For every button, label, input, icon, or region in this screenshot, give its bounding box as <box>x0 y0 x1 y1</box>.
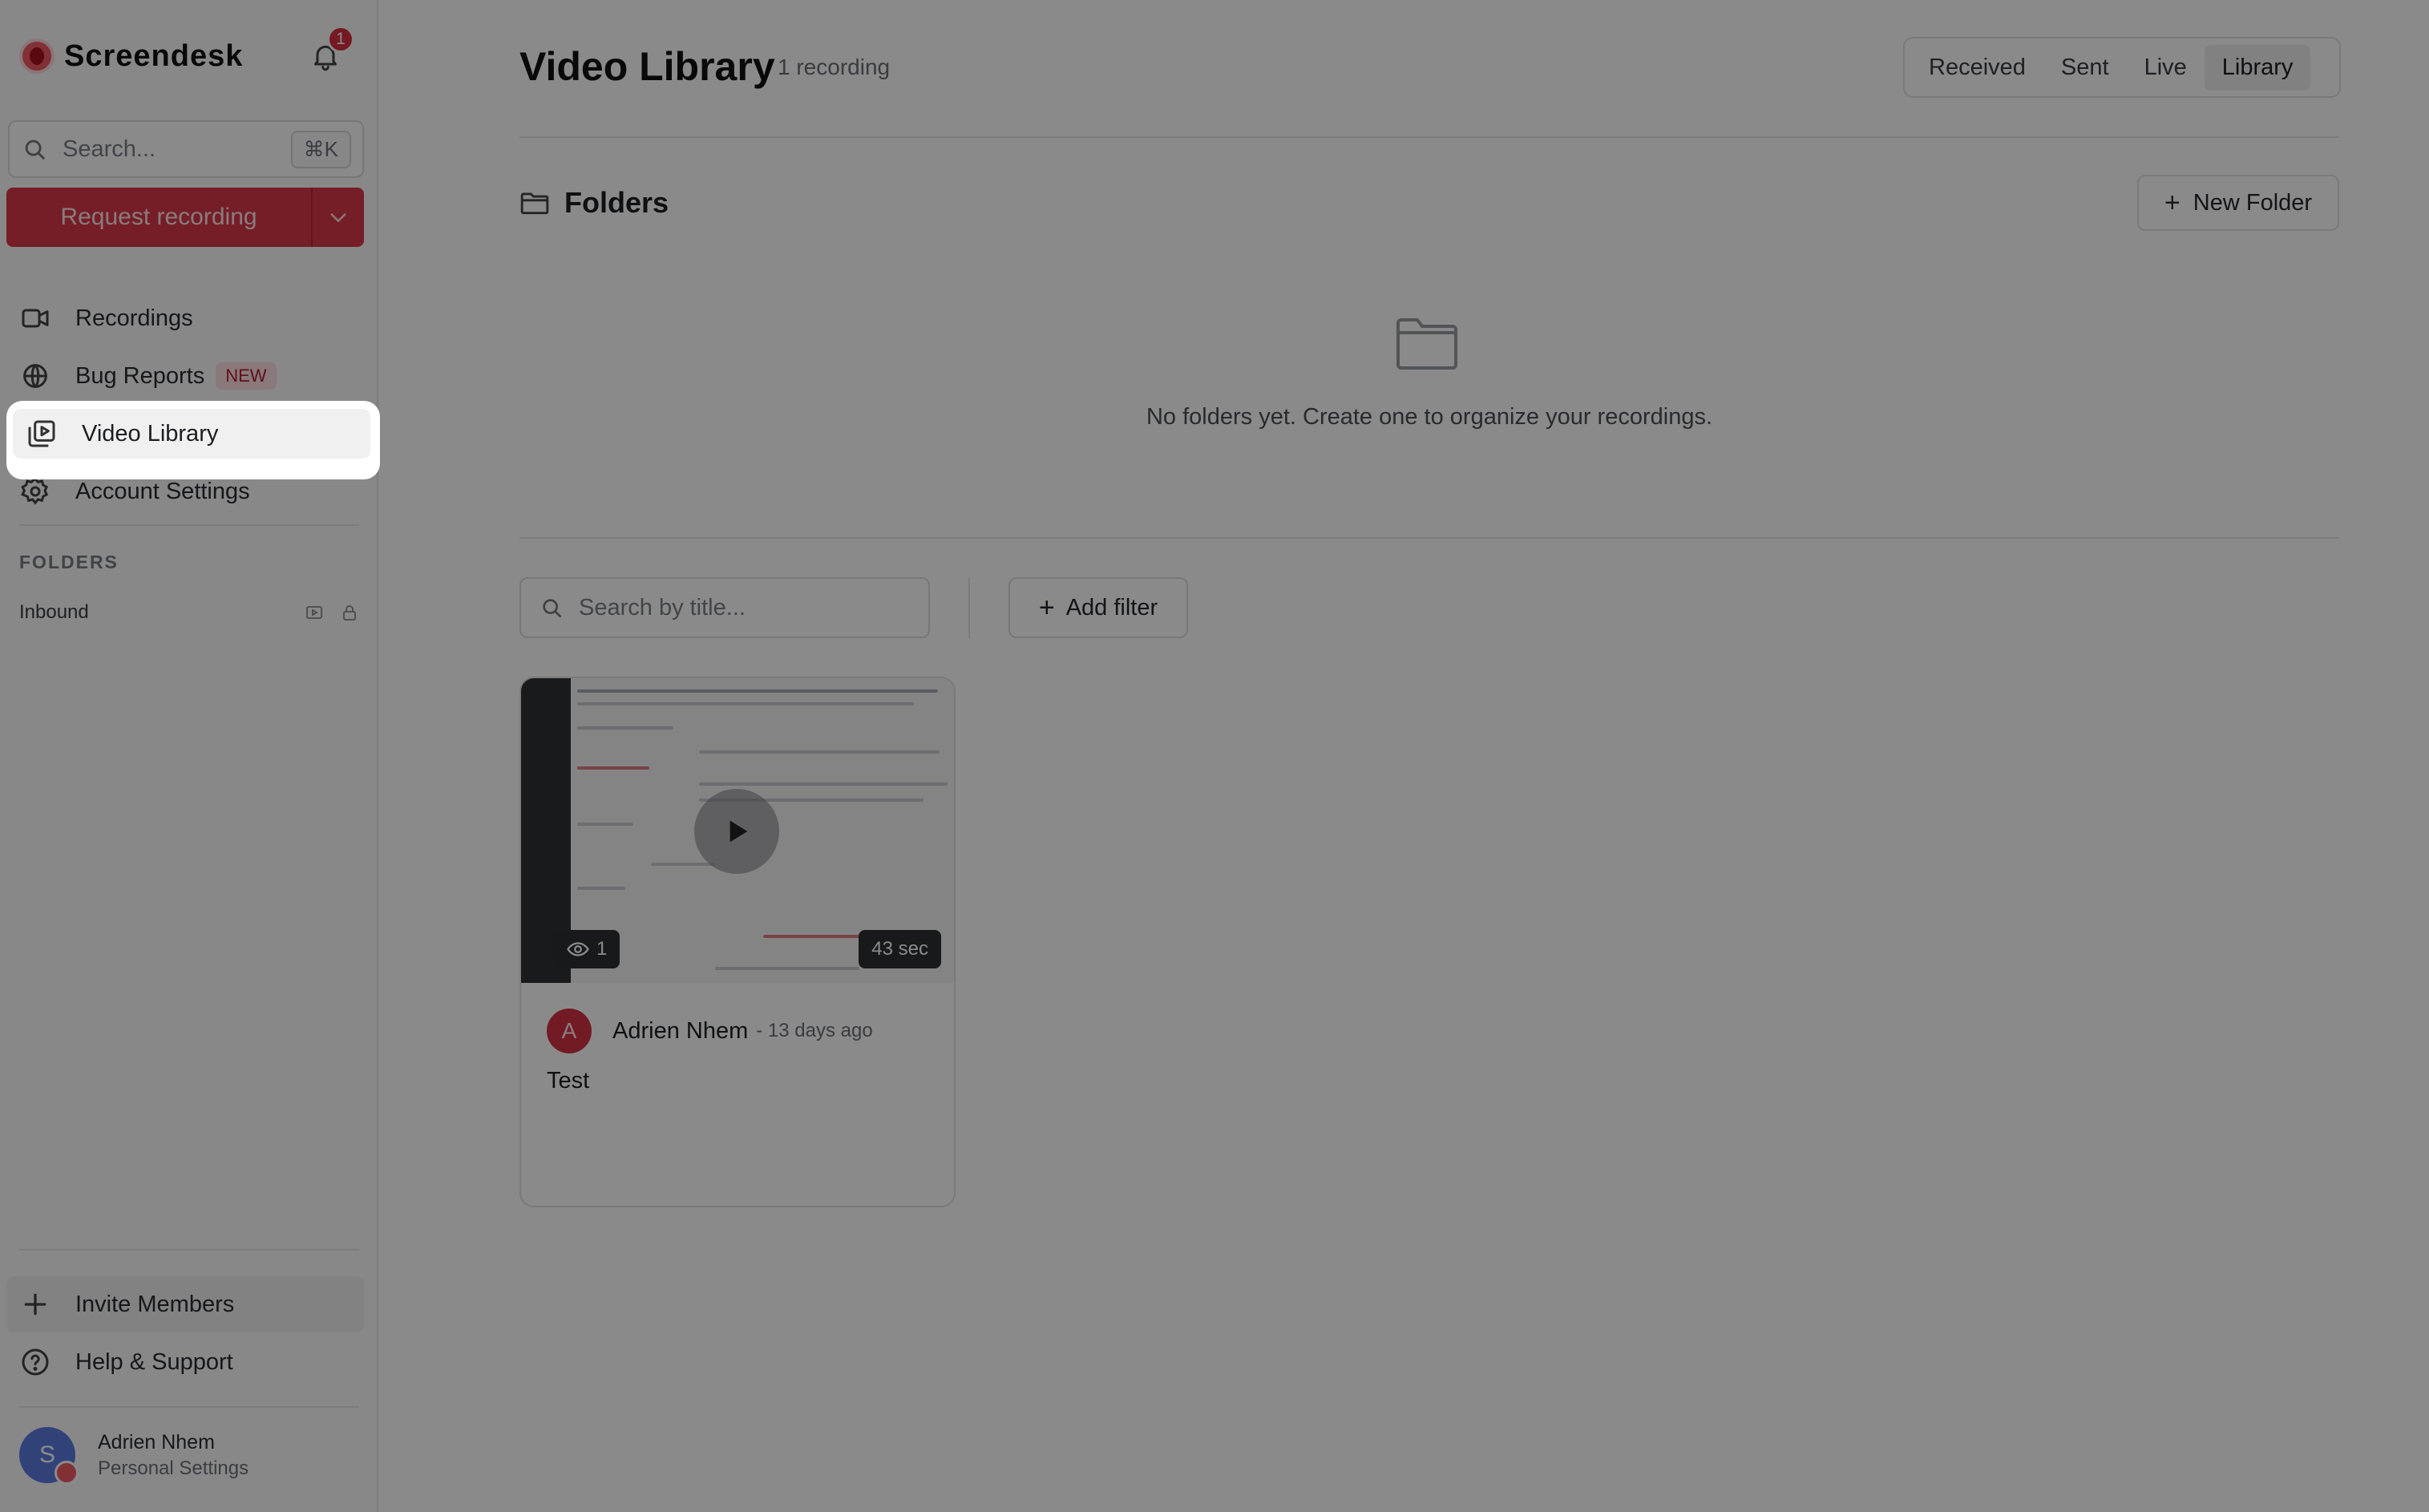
recording-author: A Adrien Nhem - 13 days ago <box>547 1009 873 1053</box>
header-divider <box>519 136 2339 138</box>
sidebar-item-label: Bug Reports <box>75 362 205 389</box>
add-filter-button[interactable]: + Add filter <box>1008 577 1188 638</box>
new-folder-button[interactable]: + New Folder <box>2137 175 2339 231</box>
search-placeholder: Search... <box>63 135 156 162</box>
play-button[interactable] <box>694 789 779 874</box>
notification-badge: 1 <box>327 26 354 53</box>
sidebar-divider <box>19 1406 359 1408</box>
user-profile[interactable]: S Adrien Nhem Personal Settings <box>19 1427 249 1485</box>
tab-sent[interactable]: Sent <box>2043 45 2127 91</box>
title-search-input[interactable]: Search by title... <box>519 577 930 638</box>
video-folder-icon <box>306 606 322 619</box>
main-content: Video Library 1 recording Received Sent … <box>380 0 2429 1512</box>
folders-title: Folders <box>564 186 669 219</box>
request-recording-split-button: Request recording <box>6 188 364 247</box>
brand[interactable]: Screendesk <box>19 35 243 77</box>
sidebar-folder-inbound[interactable]: Inbound <box>19 596 359 629</box>
sidebar-item-recordings[interactable]: Recordings <box>6 290 364 346</box>
user-text: Adrien Nhem Personal Settings <box>98 1431 249 1480</box>
brand-logo-icon <box>19 38 55 74</box>
new-badge: NEW <box>216 362 277 390</box>
help-circle-icon <box>22 1348 49 1376</box>
sidebar-item-label: Video Library <box>82 420 219 447</box>
search-shortcut: ⌘K <box>290 130 351 168</box>
empty-folders-message: No folders yet. Create one to organize y… <box>1146 404 1713 430</box>
sidebar: Screendesk 1 Search... ⌘K Request record… <box>0 0 378 1512</box>
plus-icon: + <box>2164 187 2180 218</box>
play-icon <box>730 820 748 843</box>
sidebar-divider <box>19 524 359 526</box>
lock-icon <box>343 605 356 621</box>
sidebar-item-label: Account Settings <box>75 478 250 504</box>
tab-live[interactable]: Live <box>2127 45 2205 91</box>
sidebar-divider <box>19 1249 359 1251</box>
search-icon <box>25 139 45 160</box>
recording-card[interactable]: 1 43 sec A Adrien Nhem - 13 days ago Tes… <box>519 677 956 1207</box>
new-folder-label: New Folder <box>2193 189 2313 216</box>
request-options-button[interactable] <box>313 188 364 247</box>
search-icon <box>543 599 561 617</box>
highlighted-nav-item[interactable]: Video Library <box>6 401 380 479</box>
user-subtitle: Personal Settings <box>98 1457 249 1479</box>
title-search-placeholder: Search by title... <box>579 594 746 621</box>
invite-members-button[interactable]: Invite Members <box>6 1276 364 1332</box>
video-camera-icon <box>22 309 49 328</box>
plus-icon <box>24 1293 46 1316</box>
help-support-label: Help & Support <box>75 1348 233 1375</box>
gear-icon <box>21 477 49 505</box>
empty-folder-icon <box>1396 318 1457 370</box>
sidebar-bottom-nav: Invite Members Help & Support <box>6 1276 364 1392</box>
brand-name: Screendesk <box>64 38 244 73</box>
section-divider <box>519 537 2339 539</box>
tab-received[interactable]: Received <box>1911 45 2043 91</box>
toolbar-separator <box>968 577 970 638</box>
sidebar-search[interactable]: Search... ⌘K <box>8 120 364 178</box>
avatar-initial: S <box>38 1441 55 1468</box>
folders-section-label: FOLDERS <box>19 552 119 572</box>
folder-name: Inbound <box>19 601 89 623</box>
bug-icon <box>23 364 47 388</box>
sidebar-item-bug-reports[interactable]: Bug Reports NEW <box>6 348 364 404</box>
tab-library[interactable]: Library <box>2204 44 2311 91</box>
author-name: Adrien Nhem <box>612 1017 749 1044</box>
eye-icon <box>567 942 589 956</box>
help-support-button[interactable]: Help & Support <box>6 1334 364 1390</box>
views-count: 1 <box>596 938 608 960</box>
chevron-down-icon <box>330 213 346 222</box>
recording-title: Test <box>547 1068 590 1094</box>
sidebar-item-label: Recordings <box>75 305 193 331</box>
avatar: A <box>547 1009 592 1053</box>
duration-badge: 43 sec <box>859 930 941 968</box>
video-thumbnail[interactable]: 1 43 sec <box>521 678 954 983</box>
page-title: Video Library <box>519 44 775 89</box>
workspace-badge-icon <box>55 1461 79 1485</box>
add-filter-label: Add filter <box>1065 594 1158 621</box>
recording-count: 1 recording <box>778 55 891 79</box>
library-icon <box>28 420 55 447</box>
sidebar-item-video-library-highlight[interactable]: Video Library <box>13 409 370 459</box>
user-name: Adrien Nhem <box>98 1430 215 1453</box>
plus-icon: + <box>1038 592 1055 623</box>
views-badge: 1 <box>553 930 620 968</box>
request-recording-button[interactable]: Request recording <box>6 188 313 247</box>
recording-age: - 13 days ago <box>756 1020 873 1041</box>
avatar: S <box>19 1427 79 1485</box>
folder-icon <box>520 192 549 215</box>
invite-members-label: Invite Members <box>75 1291 235 1317</box>
folders-header: Folders <box>519 186 669 220</box>
view-tabs: Received Sent Live Library <box>1903 37 2341 98</box>
